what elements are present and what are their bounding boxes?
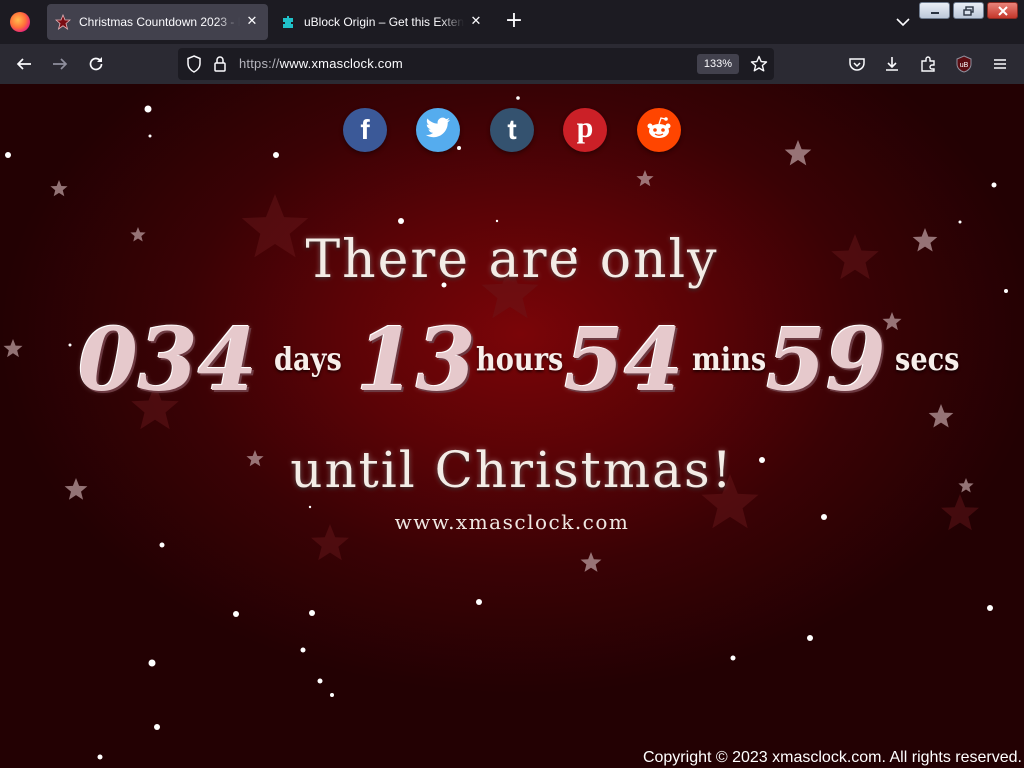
ublock-origin-extension-icon[interactable]: uB (952, 52, 976, 76)
star-icon (55, 14, 71, 30)
close-window-button[interactable] (987, 2, 1018, 19)
tracking-protection-shield-icon[interactable] (186, 55, 202, 77)
close-tab-icon[interactable]: ✕ (468, 14, 484, 30)
lock-icon[interactable] (213, 55, 227, 77)
twitter-share-button[interactable] (416, 108, 460, 152)
bookmark-star-icon[interactable] (750, 55, 768, 77)
tab-ublock-origin[interactable]: uBlock Origin – Get this Extensio ✕ (272, 4, 492, 40)
secs-label: secs (895, 340, 960, 378)
mins-label: mins (692, 340, 767, 378)
facebook-share-button[interactable]: f (343, 108, 387, 152)
navigation-toolbar: https://www.xmasclock.com 133% uB 1 (0, 44, 1024, 106)
hours-label: hours (476, 340, 564, 378)
mins-value: 54 (564, 310, 684, 411)
extensions-puzzle-icon[interactable] (916, 52, 940, 76)
forward-arrow-icon[interactable] (48, 52, 72, 76)
reddit-icon (645, 115, 673, 145)
snowflakes (5, 96, 1008, 760)
address-bar[interactable]: https://www.xmasclock.com 133% (178, 48, 774, 80)
secs-value: 59 (766, 310, 886, 411)
days-value: 034 (78, 310, 258, 411)
list-all-tabs-chevron-icon[interactable] (893, 12, 913, 32)
tab-christmas-countdown[interactable]: Christmas Countdown 2023 - Fi ✕ (47, 4, 268, 40)
facebook-icon: f (360, 114, 370, 145)
starfield-background (3, 96, 1008, 760)
url-text[interactable]: https://www.xmasclock.com (239, 56, 403, 71)
site-url-text[interactable]: www.xmasclock.com (0, 510, 1024, 534)
firefox-logo-icon[interactable] (10, 12, 30, 32)
tab-bar: Christmas Countdown 2023 - Fi ✕ uBlock O… (0, 0, 1024, 44)
pinterest-share-button[interactable]: p (563, 108, 607, 152)
tumblr-icon: t (507, 114, 517, 145)
downloads-icon[interactable] (880, 52, 904, 76)
hamburger-menu-icon[interactable] (988, 52, 1012, 76)
tab-title: Christmas Countdown 2023 - Fi (79, 15, 240, 29)
days-label: days (274, 340, 342, 378)
webpage-content: f t p There are only 034 days 13 hours 5… (0, 84, 1024, 768)
svg-text:uB: uB (960, 62, 969, 69)
minimize-window-button[interactable] (919, 2, 950, 19)
pinterest-icon: p (576, 111, 594, 144)
outro-text: until Christmas! (290, 441, 734, 499)
copyright-text: Copyright © 2023 xmasclock.com. All righ… (642, 749, 1022, 766)
restore-window-button[interactable] (953, 2, 984, 19)
back-arrow-icon[interactable] (12, 52, 36, 76)
hours-value: 13 (356, 310, 476, 411)
intro-text: There are only (305, 230, 719, 290)
zoom-level-button[interactable]: 133% (697, 54, 739, 74)
close-tab-icon[interactable]: ✕ (244, 14, 260, 30)
new-tab-button[interactable]: + (502, 10, 526, 34)
reddit-share-button[interactable] (637, 108, 681, 152)
tumblr-share-button[interactable]: t (490, 108, 534, 152)
reload-icon[interactable] (84, 52, 108, 76)
twitter-icon (425, 117, 451, 143)
tab-title: uBlock Origin – Get this Extensio (304, 15, 464, 29)
pocket-icon[interactable] (845, 52, 869, 76)
ublock-puzzle-icon (280, 14, 296, 30)
